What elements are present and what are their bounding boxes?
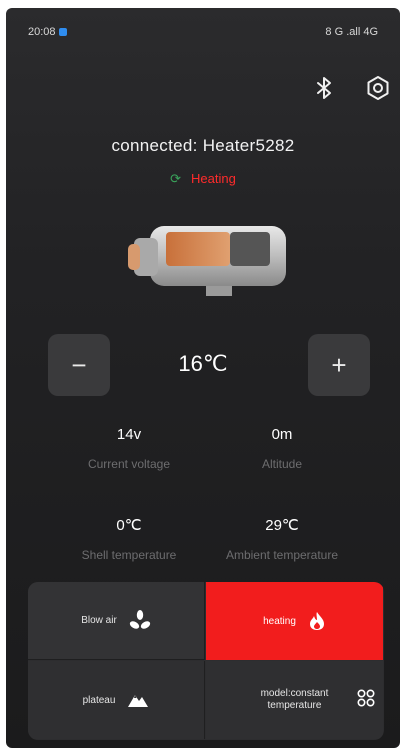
altitude-metric: 0m Altitude bbox=[202, 426, 362, 471]
ambient-temperature-label: Ambient temperature bbox=[225, 548, 339, 562]
voltage-value: 14v bbox=[116, 426, 142, 443]
voltage-metric: 14v Current voltage bbox=[49, 426, 209, 471]
notification-icon bbox=[58, 28, 67, 37]
heater-state-label: Heating bbox=[191, 171, 236, 186]
voltage-label: Current voltage bbox=[87, 457, 171, 471]
altitude-label: Altitude bbox=[261, 457, 303, 471]
connection-status: connected: Heater5282 bbox=[6, 136, 400, 156]
heater-state: ⟳ Heating bbox=[6, 171, 400, 187]
grid-icon bbox=[357, 689, 375, 707]
status-bar: 20:08 8 G .all 4G bbox=[28, 26, 378, 42]
constant-temperature-mode-button[interactable]: model:constant temperature bbox=[206, 661, 383, 739]
app-screen: 20:08 8 G .all 4G connected: Heater5282 … bbox=[6, 8, 400, 748]
shell-temperature-value: 0℃ bbox=[116, 517, 142, 534]
device-name: Heater5282 bbox=[202, 136, 295, 155]
bluetooth-icon[interactable] bbox=[310, 74, 338, 102]
altitude-value: 0m bbox=[271, 426, 293, 443]
flame-icon bbox=[308, 611, 326, 631]
shell-temperature-label: Shell temperature bbox=[81, 548, 177, 562]
blow-air-button[interactable]: Blow air bbox=[28, 582, 205, 660]
fan-icon bbox=[129, 609, 151, 632]
mountain-icon bbox=[127, 692, 149, 708]
connected-label: connected: bbox=[111, 136, 198, 155]
heater-image bbox=[128, 226, 286, 296]
blow-air-label: Blow air bbox=[81, 615, 117, 626]
heating-label: heating bbox=[263, 615, 296, 627]
heating-button[interactable]: heating bbox=[206, 582, 383, 660]
constant-temperature-label: model:constant temperature bbox=[260, 688, 329, 711]
plateau-label: plateau bbox=[82, 694, 116, 706]
increase-temperature-button[interactable]: + bbox=[308, 334, 370, 396]
gear-icon[interactable] bbox=[364, 74, 392, 102]
status-time: 20:08 bbox=[28, 26, 67, 38]
shell-temperature-metric: 0℃ Shell temperature bbox=[49, 516, 209, 562]
refresh-icon: ⟳ bbox=[170, 171, 182, 186]
ambient-temperature-metric: 29℃ Ambient temperature bbox=[202, 516, 362, 562]
mode-grid: Blow air heating plateau model:constant … bbox=[28, 582, 384, 740]
ambient-temperature-value: 29℃ bbox=[265, 517, 299, 534]
status-indicators: 8 G .all 4G bbox=[325, 26, 378, 38]
plateau-button[interactable]: plateau bbox=[28, 661, 205, 739]
